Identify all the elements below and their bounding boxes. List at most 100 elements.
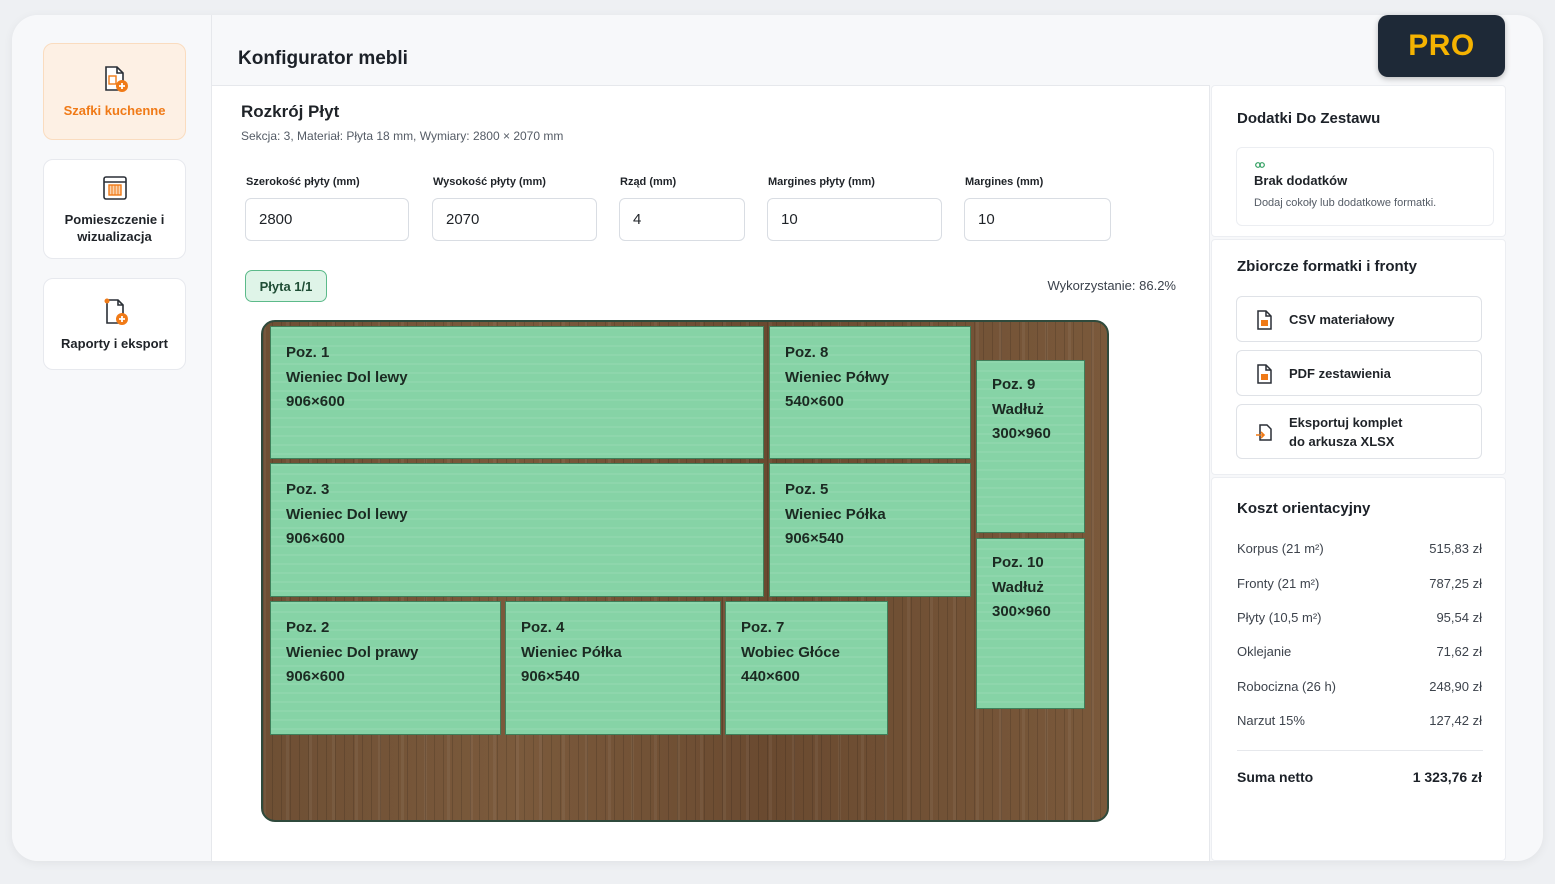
card-title: Zbiorcze formatki i fronty [1237, 258, 1418, 275]
margin-input[interactable] [964, 198, 1111, 241]
pro-badge: PRO [1378, 15, 1505, 77]
piece-position: Poz. 3 [286, 481, 330, 498]
pdf-file-icon [1257, 364, 1272, 384]
button-label: PDF zestawienia [1289, 366, 1391, 381]
board-piece[interactable]: Poz. 3 Wieniec Dol lewy 906×600 [270, 463, 764, 597]
xlsx-export-icon [1256, 424, 1272, 441]
sidebar-item-label: Szafki kuchenne [63, 103, 166, 118]
kerf-input[interactable] [619, 198, 745, 241]
board-width-field: Szerokość płyty (mm) [245, 176, 409, 241]
piece-dimensions: 540×600 [785, 393, 844, 410]
section-title: Rozkrój Płyt [241, 102, 340, 121]
piece-position: Poz. 7 [741, 619, 785, 636]
button-label: CSV materiałowy [1289, 312, 1395, 327]
sidebar-item-reports-export[interactable]: Raporty i eksport [43, 278, 186, 370]
field-label: Margines płyty (mm) [768, 176, 875, 188]
board-piece[interactable]: Poz. 10 Wadłuż 300×960 [976, 538, 1085, 709]
cabinet-doc-icon [104, 66, 128, 92]
app-window: Szafki kuchenne Pomieszczenie i wizualiz… [12, 15, 1543, 861]
piece-name: Wieniec Półwy [785, 368, 890, 386]
total-value: 1 323,76 zł [1412, 769, 1482, 785]
cost-label: Korpus (21 m²) [1237, 541, 1324, 556]
pdf-export-button[interactable]: PDF zestawienia [1236, 350, 1482, 396]
addons-empty-state: Brak dodatków Dodaj cokoły lub dodatkowe… [1236, 147, 1494, 226]
addons-card: Dodatki Do Zestawu Brak dodatków Dodaj c… [1211, 85, 1506, 237]
piece-dimensions: 906×540 [785, 530, 844, 547]
cost-label: Robocizna (26 h) [1237, 679, 1336, 694]
piece-name: Wadłuż [992, 400, 1044, 418]
board-piece[interactable]: Poz. 1 Wieniec Dol lewy 906×600 [270, 326, 764, 459]
piece-name: Wieniec Dol prawy [286, 643, 419, 661]
margin-field: Margines (mm) [964, 176, 1111, 241]
board-margin-input[interactable] [767, 198, 942, 241]
report-doc-icon [104, 298, 128, 325]
cost-value: 71,62 zł [1436, 644, 1482, 659]
piece-position: Poz. 5 [785, 481, 829, 498]
right-column: Dodatki Do Zestawu Brak dodatków Dodaj c… [1211, 85, 1506, 861]
button-label-line2: do arkusza XLSX [1289, 434, 1395, 449]
exports-card: Zbiorcze formatki i fronty CSV materiało… [1211, 239, 1506, 475]
xlsx-export-button[interactable]: Eksportuj komplet do arkusza XLSX [1236, 404, 1482, 459]
field-label: Rząd (mm) [620, 176, 677, 188]
sidebar-item-label: Pomieszczenie i wizualizacja [64, 212, 165, 244]
piece-dimensions: 906×600 [286, 668, 345, 685]
board-height-input[interactable] [432, 198, 597, 241]
cost-value: 95,54 zł [1436, 610, 1482, 625]
board-piece[interactable]: Poz. 9 Wadłuż 300×960 [976, 360, 1085, 533]
kerf-field: Rząd (mm) [619, 176, 745, 241]
cut-board: Poz. 1 Wieniec Dol lewy 906×600 Poz. 8 W… [261, 320, 1109, 822]
cost-label: Narzut 15% [1237, 713, 1305, 728]
piece-name: Wadłuż [992, 578, 1044, 596]
piece-dimensions: 906×600 [286, 530, 345, 547]
piece-position: Poz. 1 [286, 344, 330, 361]
cost-card: Koszt orientacyjny Korpus (21 m²) 515,83… [1211, 477, 1506, 861]
board-height-field: Wysokość płyty (mm) [432, 176, 597, 241]
cost-row: Narzut 15% 127,42 zł [1237, 713, 1482, 728]
sidebar-item-room-visualization[interactable]: Pomieszczenie i wizualizacja [43, 159, 186, 259]
board-piece[interactable]: Poz. 5 Wieniec Półka 906×540 [769, 463, 971, 597]
button-label-line1: Eksportuj komplet [1289, 415, 1403, 430]
cut-panel: Rozkrój Płyt Sekcja: 3, Materiał: Płyta … [212, 85, 1210, 861]
card-title: Dodatki Do Zestawu [1237, 110, 1381, 127]
empty-description: Dodaj cokoły lub dodatkowe formatki. [1254, 197, 1437, 209]
divider [1237, 750, 1483, 751]
button-label: Eksportuj komplet do arkusza XLSX [1289, 413, 1402, 451]
piece-dimensions: 440×600 [741, 668, 800, 685]
cost-row: Robocizna (26 h) 248,90 zł [1237, 679, 1482, 694]
piece-name: Wieniec Dol lewy [286, 505, 408, 523]
cost-row: Fronty (21 m²) 787,25 zł [1237, 576, 1482, 591]
field-label: Margines (mm) [965, 176, 1044, 188]
cost-value: 787,25 zł [1429, 576, 1482, 591]
board-width-input[interactable] [245, 198, 409, 241]
sidebar: Szafki kuchenne Pomieszczenie i wizualiz… [12, 15, 212, 861]
section-subtitle: Sekcja: 3, Materiał: Płyta 18 mm, Wymiar… [241, 129, 564, 143]
piece-position: Poz. 4 [521, 619, 565, 636]
total-label: Suma netto [1237, 769, 1314, 785]
piece-name: Wieniec Półka [521, 643, 622, 661]
csv-file-icon [1257, 310, 1272, 330]
cost-label: Oklejanie [1237, 644, 1292, 659]
board-piece[interactable]: Poz. 7 Wobiec Głóce 440×600 [725, 601, 888, 735]
cost-value: 515,83 zł [1429, 541, 1482, 556]
cost-label: Płyty (10,5 m²) [1237, 610, 1322, 625]
link-icon [1255, 162, 1265, 168]
piece-dimensions: 906×540 [521, 668, 580, 685]
sidebar-item-kitchen-cabinets[interactable]: Szafki kuchenne [43, 43, 186, 140]
piece-dimensions: 300×960 [992, 425, 1051, 442]
field-label: Wysokość płyty (mm) [433, 176, 546, 188]
usage-indicator: Wykorzystanie: 86.2% [1047, 278, 1177, 293]
board-piece[interactable]: Poz. 2 Wieniec Dol prawy 906×600 [270, 601, 501, 735]
plate-tab[interactable]: Płyta 1/1 [245, 270, 327, 302]
board-piece[interactable]: Poz. 8 Wieniec Półwy 540×600 [769, 326, 971, 459]
piece-name: Wieniec Dol lewy [286, 368, 408, 386]
room-visual-icon [102, 176, 127, 200]
board-margin-field: Margines płyty (mm) [767, 176, 942, 241]
empty-title: Brak dodatków [1254, 173, 1348, 188]
card-title: Koszt orientacyjny [1237, 500, 1371, 517]
cost-total-row: Suma netto 1 323,76 zł [1237, 769, 1482, 785]
piece-position: Poz. 9 [992, 376, 1036, 393]
piece-position: Poz. 2 [286, 619, 330, 636]
csv-export-button[interactable]: CSV materiałowy [1236, 296, 1482, 342]
board-piece[interactable]: Poz. 4 Wieniec Półka 906×540 [505, 601, 721, 735]
piece-position: Poz. 8 [785, 344, 829, 361]
